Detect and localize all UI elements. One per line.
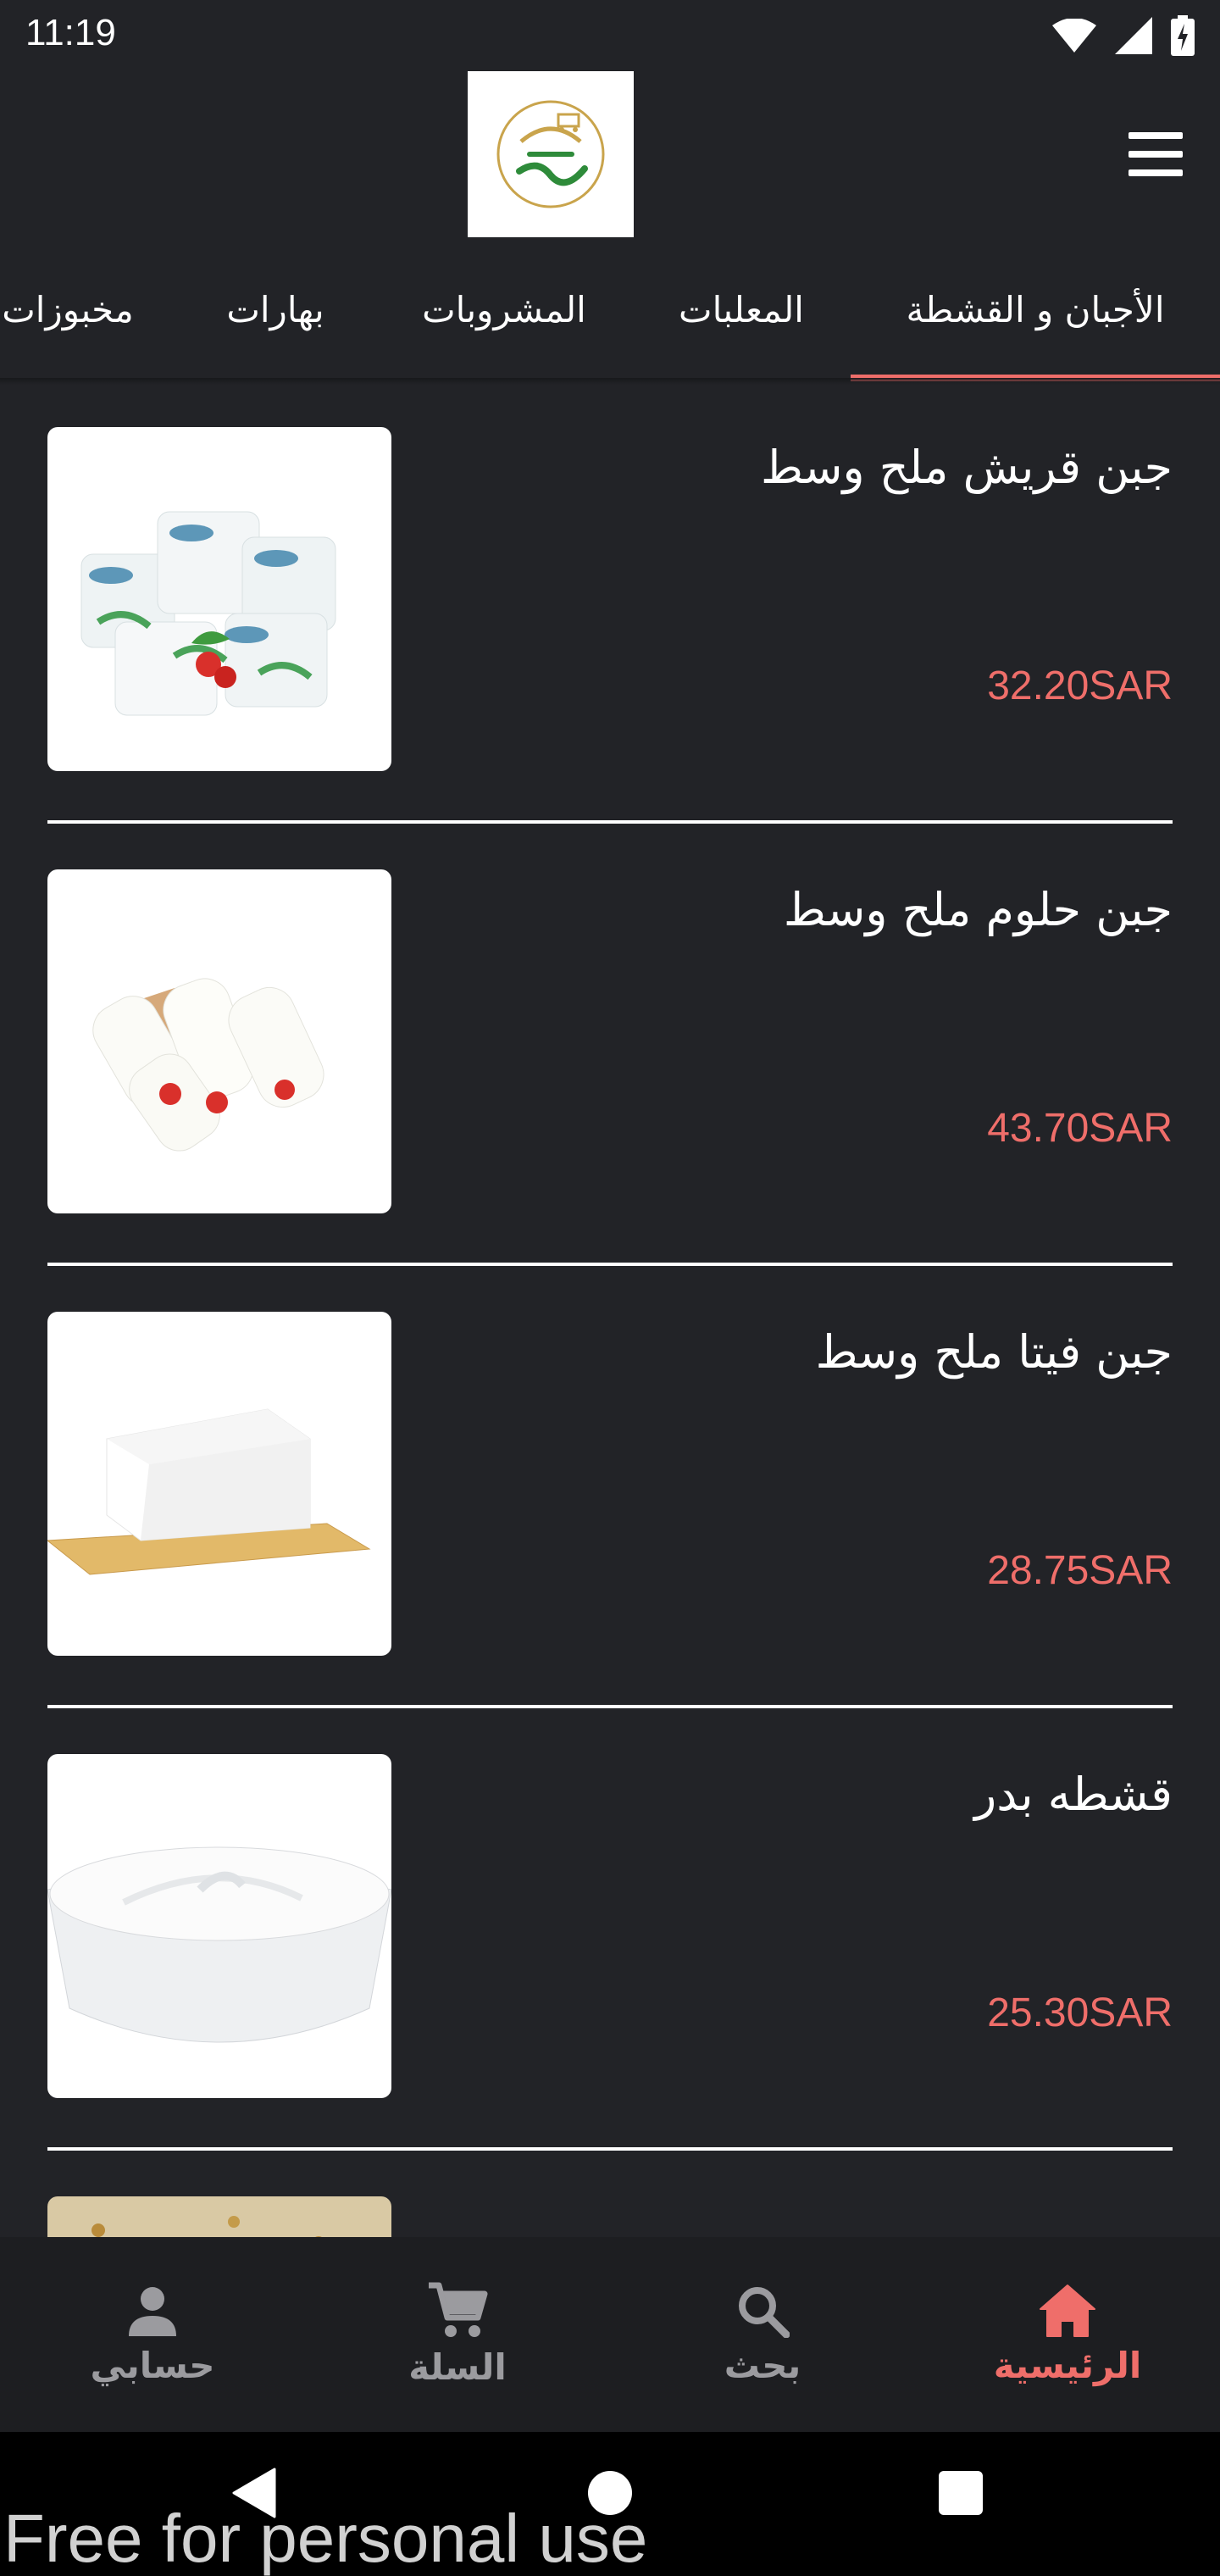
tab-canned-goods[interactable]: المعلبات [644, 237, 839, 381]
nav-home[interactable]: الرئيسية [915, 2237, 1220, 2432]
product-item[interactable]: جبن حلوم ملح وسط 43.70SAR [47, 824, 1173, 1266]
person-icon [129, 2286, 176, 2336]
store-logo[interactable] [468, 71, 634, 237]
product-price: 32.20SAR [987, 663, 1173, 708]
tab-drinks[interactable]: المشروبات [398, 237, 610, 381]
wifi-icon [1052, 19, 1096, 53]
category-tabs: الأجبان و القشطة المعلبات المشروبات بهار… [0, 237, 1220, 381]
product-list: جبن قريش ملح وسط 32.20SAR جبن حلوم ملح و… [0, 381, 1220, 2237]
tab-bakery[interactable]: مخبوزات [0, 237, 161, 381]
product-price: 28.75SAR [987, 1548, 1173, 1593]
partial-product-image [47, 2196, 391, 2237]
tab-cheese-cream[interactable]: الأجبان و القشطة [851, 237, 1220, 381]
product-item[interactable]: قشطه بدر 25.30SAR [47, 1708, 1173, 2151]
bottom-navigation: حسابي السلة بحث الرئيسية [0, 2237, 1220, 2432]
product-price: 25.30SAR [987, 1990, 1173, 2035]
nav-cart-label: السلة [408, 2346, 507, 2388]
status-bar: 11:19 [0, 0, 1220, 71]
product-name: جبن قريش ملح وسط [761, 441, 1173, 494]
cart-icon [429, 2282, 488, 2337]
nav-account[interactable]: حسابي [0, 2237, 305, 2432]
app-bar [0, 71, 1220, 237]
tab-spices[interactable]: بهارات [195, 237, 356, 381]
nav-home-label: الرئيسية [993, 2344, 1142, 2386]
product-price: 43.70SAR [987, 1106, 1173, 1151]
halloumi-image [47, 869, 391, 1213]
battery-charging-icon [1171, 15, 1195, 56]
hamburger-menu-icon[interactable] [1128, 132, 1183, 176]
nav-search-label: بحث [724, 2344, 801, 2386]
home-icon [1040, 2284, 1095, 2337]
product-item[interactable]: جبن قريش ملح وسط 32.20SAR [47, 381, 1173, 824]
recent-apps-button[interactable] [939, 2471, 983, 2515]
logo-image [496, 100, 605, 208]
nav-cart[interactable]: السلة [305, 2237, 610, 2432]
signal-icon [1115, 17, 1152, 54]
feta-image [47, 1312, 391, 1656]
cheese-cubes-image [47, 427, 391, 771]
product-name: قشطه بدر [974, 1768, 1173, 1821]
nav-search[interactable]: بحث [610, 2237, 915, 2432]
status-icons [1052, 12, 1195, 59]
product-item[interactable]: جبن فيتا ملح وسط 28.75SAR [47, 1266, 1173, 1708]
product-item[interactable] [47, 2151, 1173, 2237]
product-name: جبن فيتا ملح وسط [815, 1325, 1173, 1379]
product-name: جبن حلوم ملح وسط [783, 883, 1173, 936]
cream-bowl-image [47, 1754, 391, 2098]
watermark-text: Free for personal use [3, 2501, 648, 2576]
status-time: 11:19 [25, 12, 116, 53]
search-icon [739, 2286, 790, 2338]
nav-account-label: حسابي [90, 2344, 215, 2386]
